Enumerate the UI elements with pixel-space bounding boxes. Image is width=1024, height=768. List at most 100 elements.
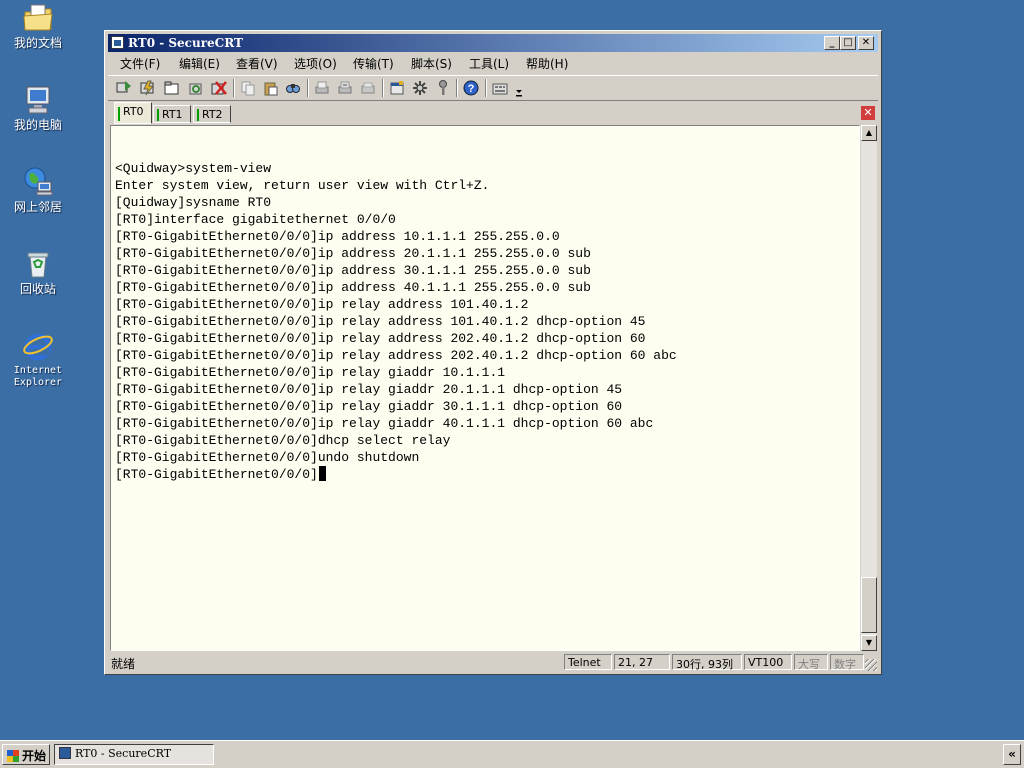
- toolbar: ?: [108, 75, 878, 101]
- menu-file[interactable]: 文件(F): [120, 55, 160, 72]
- keymap-icon[interactable]: [492, 80, 508, 96]
- find-icon[interactable]: [285, 80, 301, 96]
- desktop-icon-label: 回收站: [19, 282, 56, 296]
- task-label: RT0 - SecureCRT: [75, 747, 172, 760]
- status-num-lock: 数字: [830, 654, 864, 671]
- terminal-line: [RT0-GigabitEthernet0/0/0]ip address 40.…: [115, 280, 591, 295]
- svg-text:?: ?: [468, 83, 475, 95]
- menu-view[interactable]: 查看(V): [236, 55, 278, 72]
- terminal-line: [RT0-GigabitEthernet0/0/0]dhcp select re…: [115, 433, 451, 448]
- terminal-screen[interactable]: <Quidway>system-view Enter system view, …: [110, 125, 860, 651]
- terminal-line: <Quidway>system-view: [115, 161, 272, 176]
- menu-transfer[interactable]: 传输(T): [353, 55, 394, 72]
- securecrt-app-icon: [111, 36, 124, 49]
- terminal-line: [RT0-GigabitEthernet0/0/0]ip relay giadd…: [115, 416, 654, 431]
- toolbar-separator: [456, 79, 458, 97]
- maximize-button[interactable]: □: [840, 36, 856, 50]
- tab-rt0[interactable]: RT0: [114, 102, 152, 124]
- desktop-icon-my-computer[interactable]: 我的电脑: [0, 84, 76, 132]
- start-button[interactable]: 开始: [2, 744, 50, 765]
- menu-edit[interactable]: 编辑(E): [179, 55, 220, 72]
- terminal-output: <Quidway>system-view Enter system view, …: [115, 160, 677, 483]
- menu-bar: 文件(F) 编辑(E) 查看(V) 选项(O) 传输(T) 脚本(S) 工具(L…: [108, 53, 878, 73]
- desktop-icon-label: 我的文档: [13, 36, 62, 50]
- tab-status-icon: [118, 107, 120, 121]
- recycle-bin-icon: [22, 248, 54, 280]
- global-options-icon[interactable]: [412, 80, 428, 96]
- taskbar-task-securecrt[interactable]: RT0 - SecureCRT: [54, 744, 214, 765]
- scroll-down-icon[interactable]: ▼: [861, 635, 877, 651]
- tab-rt1[interactable]: RT1: [153, 105, 191, 123]
- securecrt-app-icon: [59, 747, 71, 759]
- status-caps-lock: 大写: [794, 654, 828, 671]
- toolbar-separator: [233, 79, 235, 97]
- minimize-button[interactable]: _: [824, 36, 840, 50]
- desktop-icon-label: 我的电脑: [13, 118, 62, 132]
- start-label: 开始: [22, 749, 47, 763]
- network-places-icon: [22, 166, 54, 198]
- resize-grip[interactable]: [865, 659, 877, 671]
- toolbar-overflow-icon[interactable]: [514, 84, 524, 100]
- my-documents-icon: [22, 2, 54, 34]
- terminal-line: [RT0-GigabitEthernet0/0/0]ip relay giadd…: [115, 365, 506, 380]
- scroll-up-icon[interactable]: ▲: [861, 125, 877, 141]
- paste-icon[interactable]: [263, 80, 279, 96]
- session-options-icon[interactable]: [389, 80, 405, 96]
- print-selection-icon[interactable]: [337, 80, 353, 96]
- desktop-icon-label: Internet Explorer: [13, 365, 63, 388]
- connect-in-tab-icon[interactable]: [164, 80, 180, 96]
- toolbar-separator: [485, 79, 487, 97]
- status-emulation: VT100: [744, 654, 792, 670]
- menu-options[interactable]: 选项(O): [294, 55, 337, 72]
- terminal-line: [RT0]interface gigabitethernet 0/0/0: [115, 212, 396, 227]
- internet-explorer-icon: [22, 330, 54, 362]
- taskbar: 开始 RT0 - SecureCRT «: [0, 740, 1024, 768]
- desktop-icon-recycle-bin[interactable]: 回收站: [0, 248, 76, 296]
- tab-status-icon: [197, 109, 199, 121]
- status-protocol: Telnet: [564, 654, 612, 670]
- desktop-icon-internet-explorer[interactable]: Internet Explorer: [0, 330, 76, 389]
- title-bar[interactable]: RT0 - SecureCRT _ □ ✕: [108, 34, 878, 52]
- desktop-icon-label: 网上邻居: [13, 200, 62, 214]
- key-generation-icon[interactable]: [435, 80, 451, 96]
- copy-icon[interactable]: [240, 80, 256, 96]
- status-cursor-position: 21, 27: [614, 654, 670, 670]
- desktop-icon-my-documents[interactable]: 我的文档: [0, 2, 76, 50]
- tab-label: RT2: [202, 108, 223, 121]
- status-bar: 就绪 Telnet 21, 27 30行, 93列 VT100 大写 数字: [108, 653, 878, 672]
- terminal-line: [RT0-GigabitEthernet0/0/0]: [115, 467, 318, 482]
- terminal-line: [RT0-GigabitEthernet0/0/0]ip relay addre…: [115, 348, 677, 363]
- terminal-line: [RT0-GigabitEthernet0/0/0]ip relay addre…: [115, 297, 529, 312]
- securecrt-window[interactable]: RT0 - SecureCRT _ □ ✕ 文件(F) 编辑(E) 查看(V) …: [104, 30, 882, 675]
- close-button[interactable]: ✕: [858, 36, 874, 50]
- session-tabs: RT0 RT1 RT2 ✕: [108, 101, 878, 125]
- quick-connect-icon[interactable]: [140, 80, 156, 96]
- help-icon[interactable]: ?: [463, 80, 479, 96]
- desktop-icon-network-places[interactable]: 网上邻居: [0, 166, 76, 214]
- tab-status-icon: [157, 109, 159, 121]
- terminal-line: [RT0-GigabitEthernet0/0/0]ip address 30.…: [115, 263, 591, 278]
- tab-rt2[interactable]: RT2: [193, 105, 231, 123]
- menu-tools[interactable]: 工具(L): [469, 55, 509, 72]
- terminal-line: [RT0-GigabitEthernet0/0/0]undo shutdown: [115, 450, 420, 465]
- terminal-line: [RT0-GigabitEthernet0/0/0]ip relay giadd…: [115, 399, 623, 414]
- toolbar-separator: [382, 79, 384, 97]
- menu-script[interactable]: 脚本(S): [411, 55, 452, 72]
- terminal-line: [RT0-GigabitEthernet0/0/0]ip address 10.…: [115, 229, 560, 244]
- tray-expand-button[interactable]: «: [1003, 744, 1021, 765]
- vertical-scrollbar[interactable]: ▲ ▼: [861, 125, 877, 651]
- terminal-line: [RT0-GigabitEthernet0/0/0]ip address 20.…: [115, 246, 591, 261]
- scroll-thumb[interactable]: [861, 577, 877, 633]
- print-icon[interactable]: [314, 80, 330, 96]
- terminal-line: [RT0-GigabitEthernet0/0/0]ip relay addre…: [115, 331, 646, 346]
- my-computer-icon: [22, 84, 54, 116]
- menu-help[interactable]: 帮助(H): [526, 55, 568, 72]
- print-setup-icon[interactable]: [360, 80, 376, 96]
- close-tab-icon[interactable]: ✕: [861, 106, 875, 120]
- disconnect-icon[interactable]: [211, 80, 227, 96]
- tab-label: RT0: [123, 105, 144, 118]
- reconnect-icon[interactable]: [188, 80, 204, 96]
- windows-logo-icon: [7, 750, 19, 762]
- terminal-line: [RT0-GigabitEthernet0/0/0]ip relay giadd…: [115, 382, 623, 397]
- connect-icon[interactable]: [116, 80, 132, 96]
